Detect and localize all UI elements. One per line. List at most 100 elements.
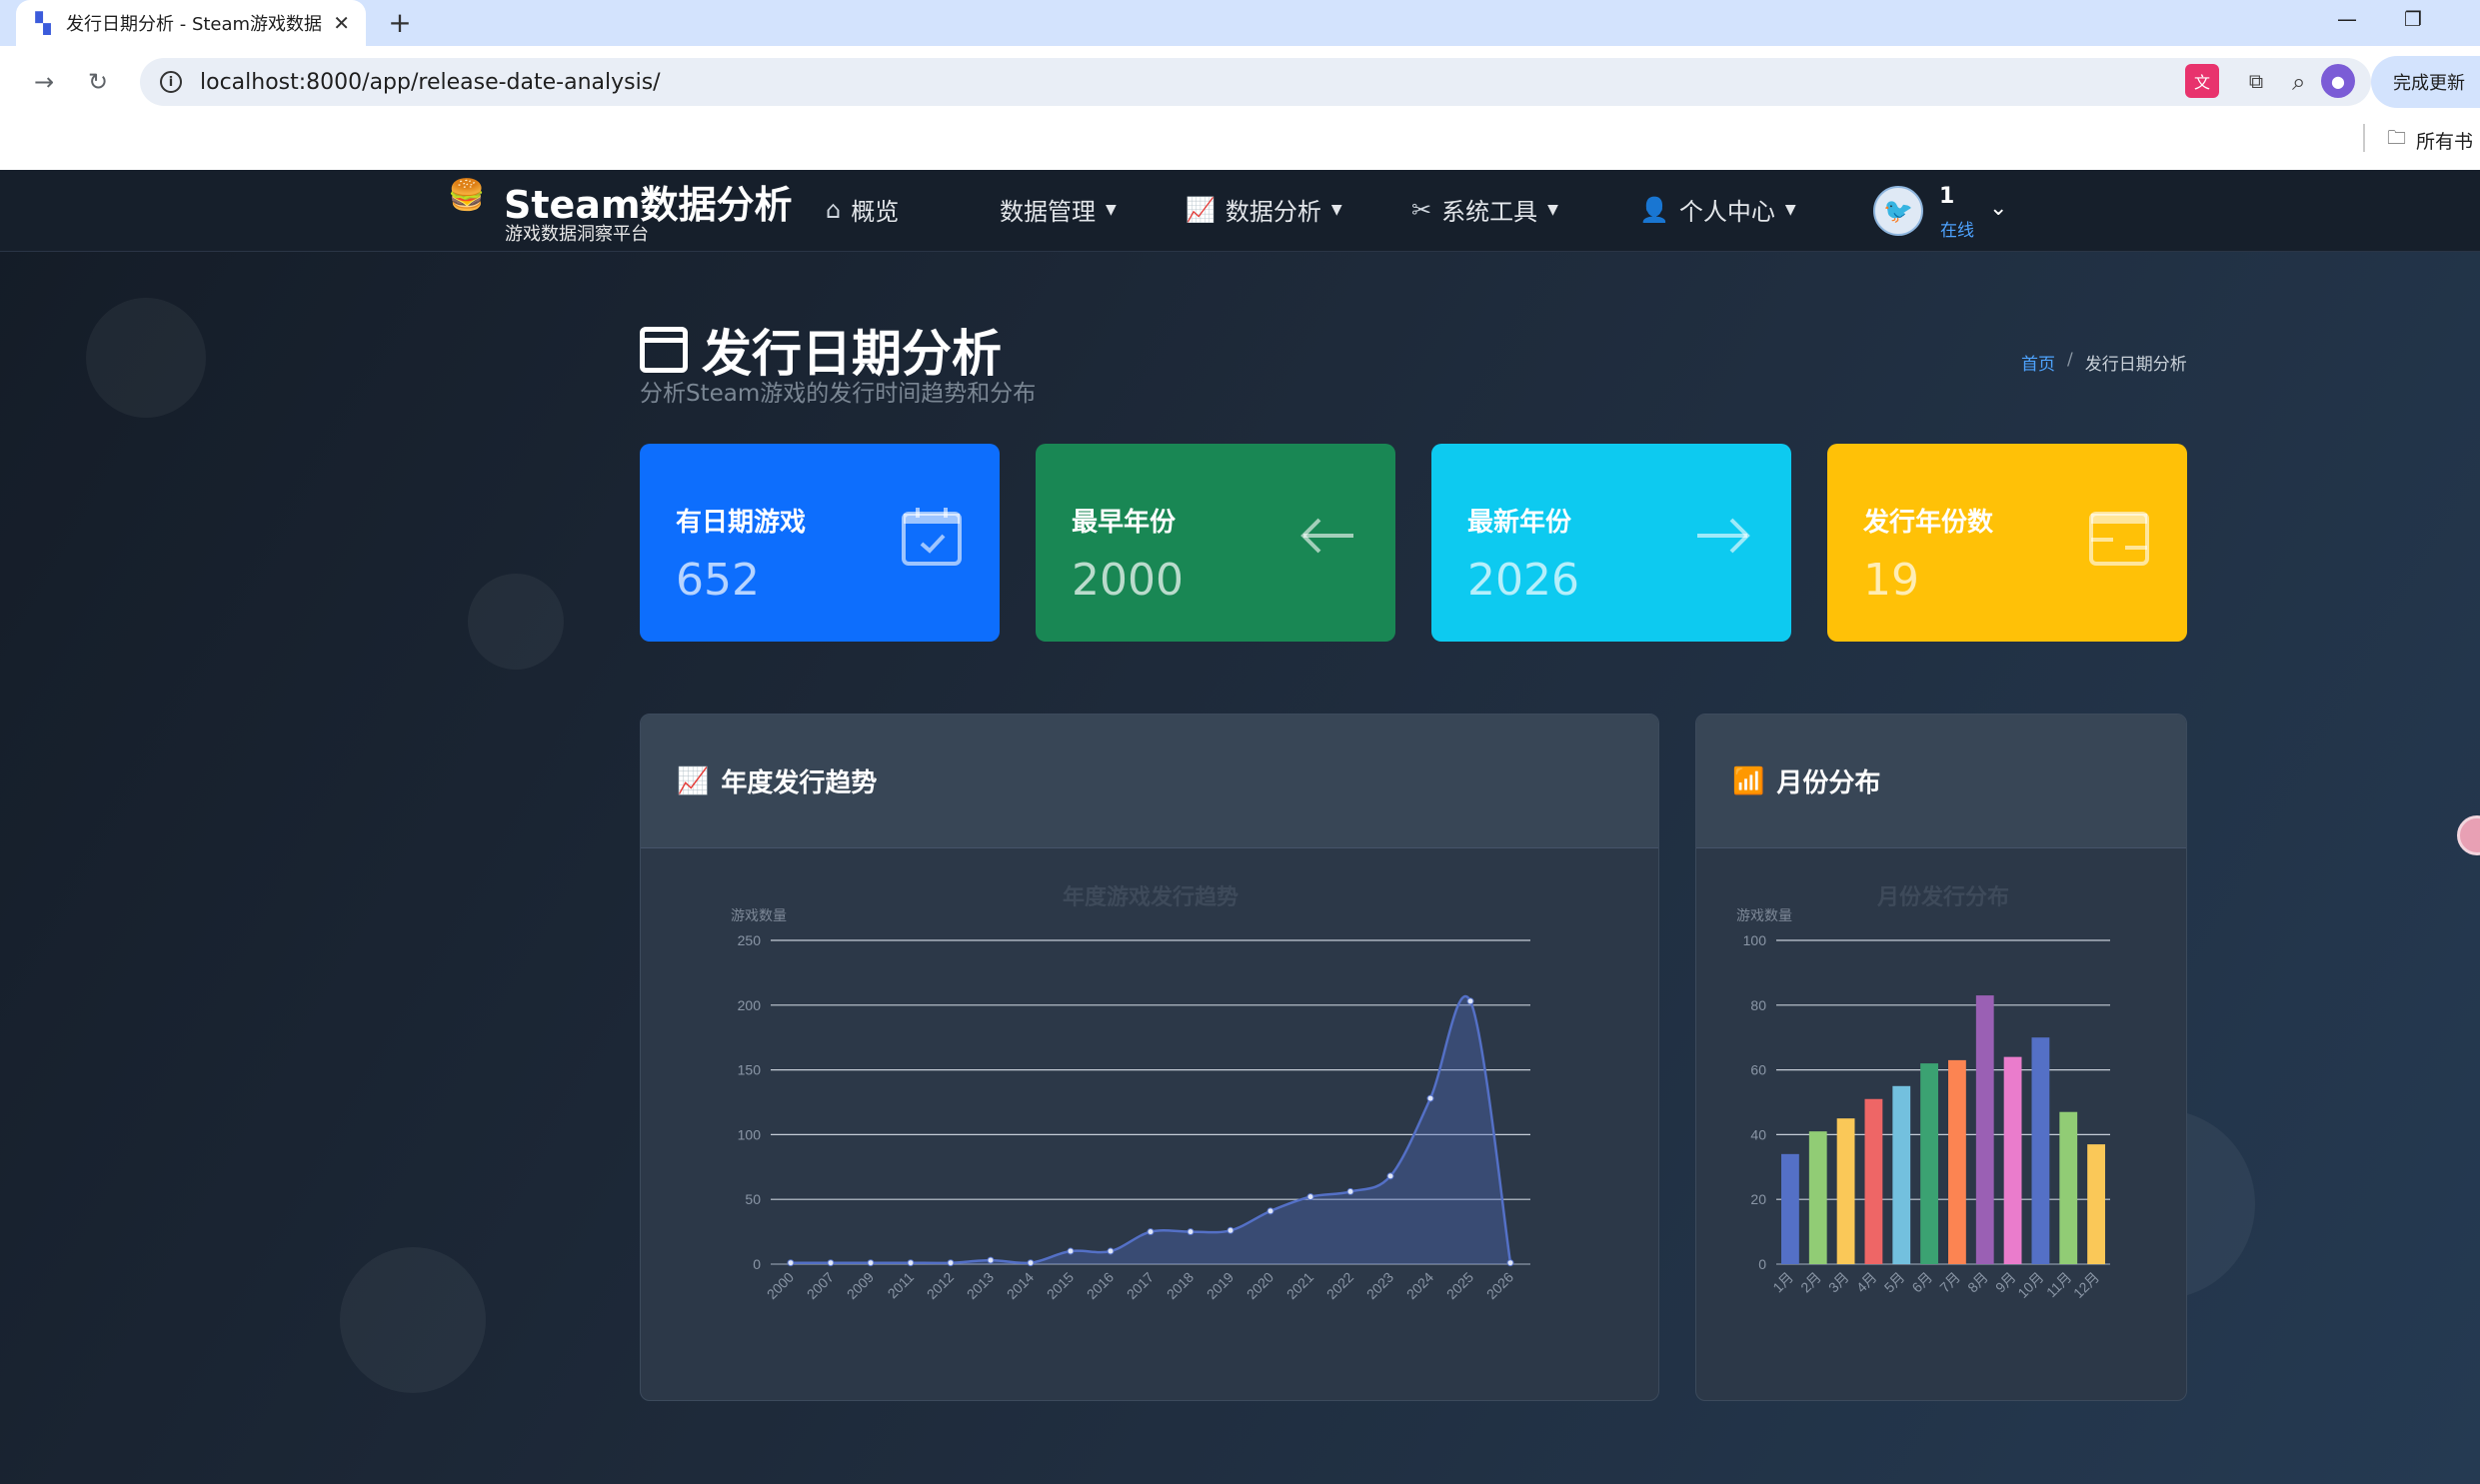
reload-icon[interactable]: ↻ (80, 64, 116, 100)
nav-overview[interactable]: ⌂ 概览 (826, 192, 899, 227)
x-tick-label: 9月 (1992, 1269, 2019, 1296)
user-name[interactable]: 1 (1939, 184, 1954, 209)
x-tick-label: 2019 (1204, 1269, 1237, 1302)
breadcrumb-separator: / (2067, 350, 2073, 370)
address-bar: → ↻ i localhost:8000/app/release-date-an… (0, 46, 2480, 118)
x-tick-label: 3月 (1825, 1269, 1852, 1296)
translate-extension-icon[interactable]: 文 (2185, 64, 2219, 98)
data-point (1426, 1094, 1434, 1102)
zoom-icon[interactable]: ⌕ (2292, 68, 2305, 96)
bar (1920, 1063, 1938, 1264)
restore-icon[interactable]: ❐ (2393, 4, 2433, 34)
nav-system-tools[interactable]: ✂ 系统工具 ▼ (1411, 192, 1558, 227)
update-button[interactable]: 完成更新 (2371, 56, 2480, 108)
bar (1836, 1118, 1855, 1264)
url-text[interactable]: localhost:8000/app/release-date-analysis… (200, 70, 2268, 95)
nav-personal-center[interactable]: 👤 个人中心 ▼ (1639, 192, 1796, 227)
calendar-check-icon (902, 508, 962, 566)
bookmark-bar (0, 118, 2480, 170)
arrow-left-icon (1300, 518, 1353, 554)
x-tick-label: 2014 (1004, 1269, 1037, 1302)
bar-chart-icon: 📶 (1732, 765, 1765, 796)
user-avatar[interactable]: 🐦 (1873, 186, 1923, 236)
data-point (947, 1259, 955, 1267)
x-tick-label: 2021 (1283, 1269, 1316, 1302)
x-tick-label: 2月 (1797, 1269, 1824, 1296)
x-tick-label: 2026 (1483, 1269, 1516, 1302)
tab-title: 发行日期分析 - Steam游戏数据 (66, 14, 323, 35)
x-tick-label: 4月 (1853, 1269, 1880, 1296)
x-tick-label: 2016 (1084, 1269, 1117, 1302)
forward-icon[interactable]: → (26, 64, 62, 100)
breadcrumb-home[interactable]: 首页 (2021, 350, 2055, 375)
caret-down-icon: ▼ (1330, 201, 1342, 218)
page-content: 🍔 Steam数据分析 游戏数据洞察平台 ⌂ 概览 数据管理 ▼ 📈 数据分析 … (0, 170, 2480, 1484)
panel-title: 年度发行趋势 (721, 768, 878, 798)
monthly-distribution-chart[interactable]: 月份发行分布游戏数量 0 20 40 60 80 100 1月 2月 3月 4月 5月 6月 7月 8月 9月… (1696, 848, 2187, 1401)
top-navbar: 🍔 Steam数据分析 游戏数据洞察平台 ⌂ 概览 数据管理 ▼ 📈 数据分析 … (0, 170, 2480, 252)
all-bookmarks-label: 所有书 (2416, 130, 2474, 153)
x-tick-label: 5月 (1881, 1269, 1908, 1296)
user-icon: 👤 (1639, 195, 1669, 224)
calendar-icon (640, 327, 688, 373)
site-favicon-icon: ▚ (35, 11, 51, 35)
nav-data-management[interactable]: 数据管理 ▼ (1000, 192, 1117, 227)
x-tick-label: 12月 (2070, 1269, 2102, 1301)
stat-card-dated-games: 有日期游戏 652 (640, 444, 1000, 642)
calendar-range-icon (2089, 512, 2149, 566)
data-point (787, 1259, 795, 1267)
data-point (867, 1259, 875, 1267)
nav-data-analysis[interactable]: 📈 数据分析 ▼ (1186, 192, 1342, 227)
x-tick-label: 2013 (964, 1269, 997, 1302)
close-icon[interactable]: ✕ (333, 11, 350, 35)
floating-assistant-icon[interactable] (2457, 815, 2480, 855)
y-tick-label: 80 (1750, 997, 1766, 1013)
y-tick-label: 50 (745, 1191, 761, 1207)
x-tick-label: 11月 (2043, 1269, 2074, 1300)
decor-bubble (468, 574, 564, 670)
browser-tab[interactable]: ▚ 发行日期分析 - Steam游戏数据 ✕ (16, 0, 366, 46)
data-point (1147, 1228, 1155, 1236)
user-status: 在线 (1940, 221, 1974, 241)
y-tick-label: 40 (1750, 1126, 1766, 1142)
data-point (827, 1259, 835, 1267)
nav-data-management-label: 数据管理 (1000, 198, 1096, 226)
profile-avatar-icon[interactable]: ● (2321, 64, 2355, 98)
data-point (1306, 1193, 1314, 1201)
x-tick-label: 2020 (1243, 1269, 1276, 1302)
x-tick-label: 2015 (1044, 1269, 1077, 1302)
omnibox[interactable]: i localhost:8000/app/release-date-analys… (140, 58, 2371, 106)
y-tick-label: 200 (738, 997, 762, 1013)
monthly-distribution-panel: 📶 月份分布 月份发行分布 游戏数量 0 20 40 60 80 100 1月 2月 3月 4月 5月 6… (1695, 714, 2187, 1401)
decor-bubble (340, 1247, 486, 1393)
y-tick-label: 150 (738, 1062, 762, 1078)
minimize-icon[interactable]: — (2327, 4, 2367, 34)
nav-overview-label: 概览 (851, 198, 900, 226)
y-tick-label: 0 (753, 1256, 761, 1272)
x-tick-label: 2022 (1323, 1269, 1356, 1302)
all-bookmarks-button[interactable]: 🗀 所有书 (2387, 124, 2473, 156)
page-subtitle: 分析Steam游戏的发行时间趋势和分布 (640, 381, 1037, 407)
new-tab-icon[interactable]: + (382, 4, 418, 40)
x-tick-label: 2007 (804, 1269, 837, 1302)
chevron-down-icon[interactable]: ⌄ (1989, 196, 2007, 221)
yearly-trend-chart[interactable]: 年度游戏发行趋势游戏数量0501001502002502000 2007 2009 2… (641, 848, 1659, 1401)
data-point (1266, 1207, 1274, 1215)
data-point (1466, 997, 1474, 1005)
decor-bubble (86, 298, 206, 418)
extensions-icon[interactable]: ⧉ (2239, 64, 2273, 98)
site-info-icon[interactable]: i (160, 71, 182, 93)
y-axis-label: 游戏数量 (731, 907, 787, 923)
breadcrumb: 首页 / 发行日期分析 (2021, 350, 2187, 375)
bar (1808, 1131, 1827, 1264)
bar (2087, 1144, 2105, 1264)
x-tick-label: 8月 (1964, 1269, 1991, 1296)
nav-data-analysis-label: 数据分析 (1225, 198, 1321, 226)
x-tick-label: 2023 (1363, 1269, 1396, 1302)
x-tick-label: 2024 (1403, 1269, 1436, 1302)
x-tick-label: 2017 (1124, 1269, 1157, 1302)
chart-line-icon: 📈 (677, 765, 710, 796)
y-tick-label: 100 (738, 1126, 762, 1142)
data-point (1187, 1228, 1195, 1236)
caret-down-icon: ▼ (1547, 201, 1558, 218)
